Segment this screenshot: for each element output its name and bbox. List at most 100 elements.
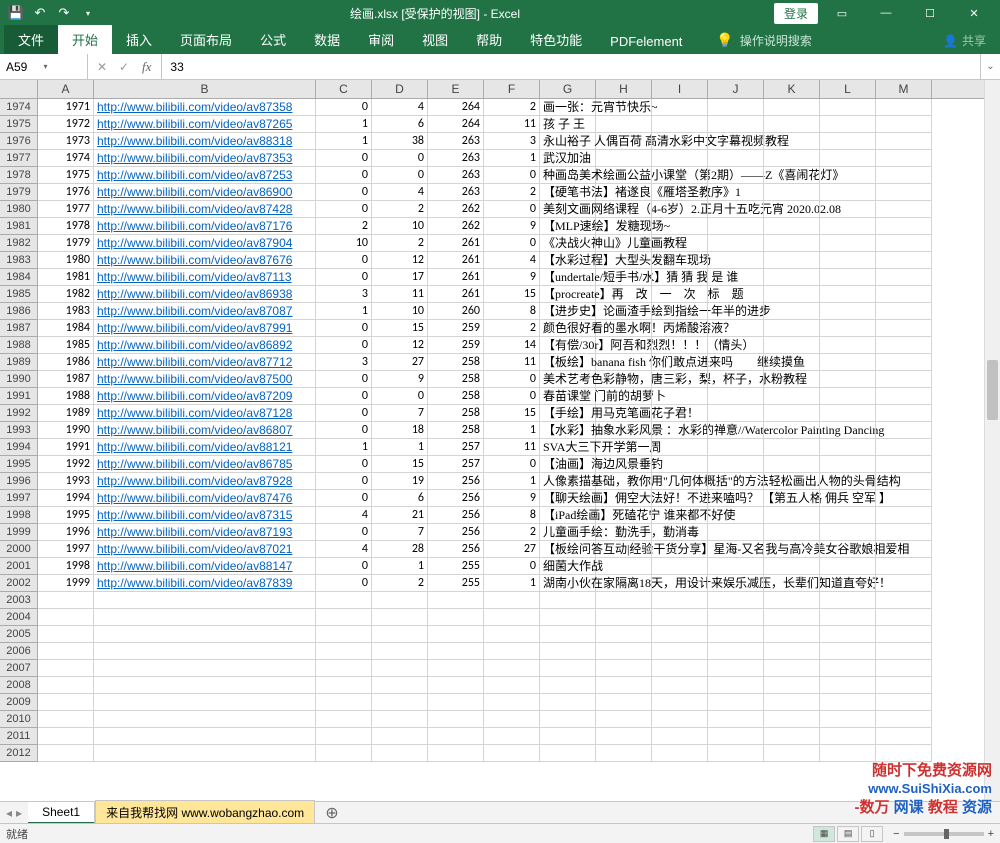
cell[interactable] xyxy=(876,473,932,490)
cell[interactable] xyxy=(484,745,540,762)
cell[interactable] xyxy=(708,694,764,711)
cell[interactable] xyxy=(708,677,764,694)
cell[interactable] xyxy=(428,609,484,626)
cell[interactable]: 1984 xyxy=(38,320,94,337)
cell[interactable]: 15 xyxy=(372,456,428,473)
cell[interactable] xyxy=(652,439,708,456)
cell[interactable] xyxy=(876,320,932,337)
cell[interactable] xyxy=(372,660,428,677)
cell[interactable]: 1981 xyxy=(38,269,94,286)
cell[interactable] xyxy=(316,626,372,643)
cell[interactable] xyxy=(820,303,876,320)
cell[interactable]: 0 xyxy=(316,371,372,388)
cell[interactable]: 15 xyxy=(484,405,540,422)
cell[interactable]: 1 xyxy=(484,473,540,490)
cell[interactable]: 2 xyxy=(316,218,372,235)
formula-input[interactable]: 33 xyxy=(162,54,980,79)
view-page-break-icon[interactable]: ▯ xyxy=(861,826,883,842)
cell[interactable] xyxy=(820,252,876,269)
cell[interactable]: 7 xyxy=(372,524,428,541)
cell[interactable]: 1982 xyxy=(38,286,94,303)
cell[interactable] xyxy=(596,711,652,728)
cell[interactable]: 14 xyxy=(484,337,540,354)
cell[interactable]: 【undertale/短手书/水】猜 猜 我 是 谁 xyxy=(540,269,596,286)
cell[interactable] xyxy=(764,218,820,235)
cell[interactable] xyxy=(652,150,708,167)
cell[interactable] xyxy=(652,167,708,184)
cell[interactable] xyxy=(764,575,820,592)
cell[interactable] xyxy=(764,643,820,660)
cell[interactable] xyxy=(596,592,652,609)
cell[interactable] xyxy=(764,405,820,422)
cell[interactable] xyxy=(876,541,932,558)
ribbon-tab-帮助[interactable]: 帮助 xyxy=(462,25,516,54)
cell[interactable]: http://www.bilibili.com/video/av86900 xyxy=(94,184,316,201)
cell[interactable]: 0 xyxy=(316,524,372,541)
cell[interactable]: 0 xyxy=(372,167,428,184)
col-header-J[interactable]: J xyxy=(708,80,764,98)
cell[interactable]: 1997 xyxy=(38,541,94,558)
row-header[interactable]: 1977 xyxy=(0,150,37,167)
cell[interactable] xyxy=(708,456,764,473)
cell[interactable]: 2 xyxy=(372,201,428,218)
cell[interactable]: http://www.bilibili.com/video/av87253 xyxy=(94,167,316,184)
row-header[interactable]: 2010 xyxy=(0,711,37,728)
cell[interactable]: 0 xyxy=(316,167,372,184)
zoom-slider[interactable] xyxy=(904,832,984,836)
cell[interactable] xyxy=(652,490,708,507)
row-header[interactable]: 1990 xyxy=(0,371,37,388)
cell[interactable]: 武汉加油 xyxy=(540,150,596,167)
cell[interactable] xyxy=(428,711,484,728)
cell[interactable] xyxy=(820,490,876,507)
cell[interactable] xyxy=(540,711,596,728)
cell[interactable] xyxy=(764,456,820,473)
cell[interactable] xyxy=(708,388,764,405)
cell[interactable]: 1996 xyxy=(38,524,94,541)
cell[interactable] xyxy=(708,167,764,184)
cell[interactable]: http://www.bilibili.com/video/av87353 xyxy=(94,150,316,167)
qat-dropdown-icon[interactable]: ▾ xyxy=(80,5,96,21)
cell[interactable]: 1977 xyxy=(38,201,94,218)
cell[interactable]: http://www.bilibili.com/video/av87500 xyxy=(94,371,316,388)
cell[interactable]: 1 xyxy=(372,439,428,456)
cell[interactable] xyxy=(596,745,652,762)
row-header[interactable]: 2011 xyxy=(0,728,37,745)
cell[interactable] xyxy=(540,609,596,626)
cell[interactable] xyxy=(820,745,876,762)
cell[interactable] xyxy=(820,643,876,660)
row-header[interactable]: 1975 xyxy=(0,116,37,133)
cell[interactable] xyxy=(316,609,372,626)
cell[interactable] xyxy=(876,422,932,439)
cell[interactable] xyxy=(820,456,876,473)
cell[interactable] xyxy=(428,745,484,762)
row-header[interactable]: 2005 xyxy=(0,626,37,643)
cell[interactable]: http://www.bilibili.com/video/av87315 xyxy=(94,507,316,524)
redo-icon[interactable]: ↷ xyxy=(56,5,72,21)
cell[interactable]: 2 xyxy=(372,575,428,592)
cell[interactable]: 1994 xyxy=(38,490,94,507)
cell[interactable] xyxy=(596,643,652,660)
col-header-M[interactable]: M xyxy=(876,80,932,98)
cell[interactable] xyxy=(876,711,932,728)
cell[interactable] xyxy=(484,711,540,728)
cell[interactable] xyxy=(652,541,708,558)
cell[interactable]: 1 xyxy=(316,303,372,320)
cell[interactable] xyxy=(596,541,652,558)
cell[interactable]: 2 xyxy=(484,524,540,541)
cell[interactable] xyxy=(94,592,316,609)
cell[interactable]: 4 xyxy=(372,99,428,116)
cell[interactable] xyxy=(596,422,652,439)
cell[interactable] xyxy=(596,337,652,354)
cell[interactable] xyxy=(596,116,652,133)
cell[interactable]: 1 xyxy=(484,150,540,167)
cell[interactable] xyxy=(876,694,932,711)
cell[interactable]: 1 xyxy=(316,116,372,133)
cell[interactable]: 人像素描基础，教你用"几何体概括"的方法轻松画出人物的头骨结构 xyxy=(540,473,596,490)
cell[interactable] xyxy=(652,728,708,745)
cell[interactable] xyxy=(596,99,652,116)
cell[interactable]: 0 xyxy=(316,320,372,337)
cell[interactable] xyxy=(316,592,372,609)
cell[interactable] xyxy=(596,558,652,575)
cell[interactable]: 9 xyxy=(484,269,540,286)
cell[interactable] xyxy=(820,558,876,575)
